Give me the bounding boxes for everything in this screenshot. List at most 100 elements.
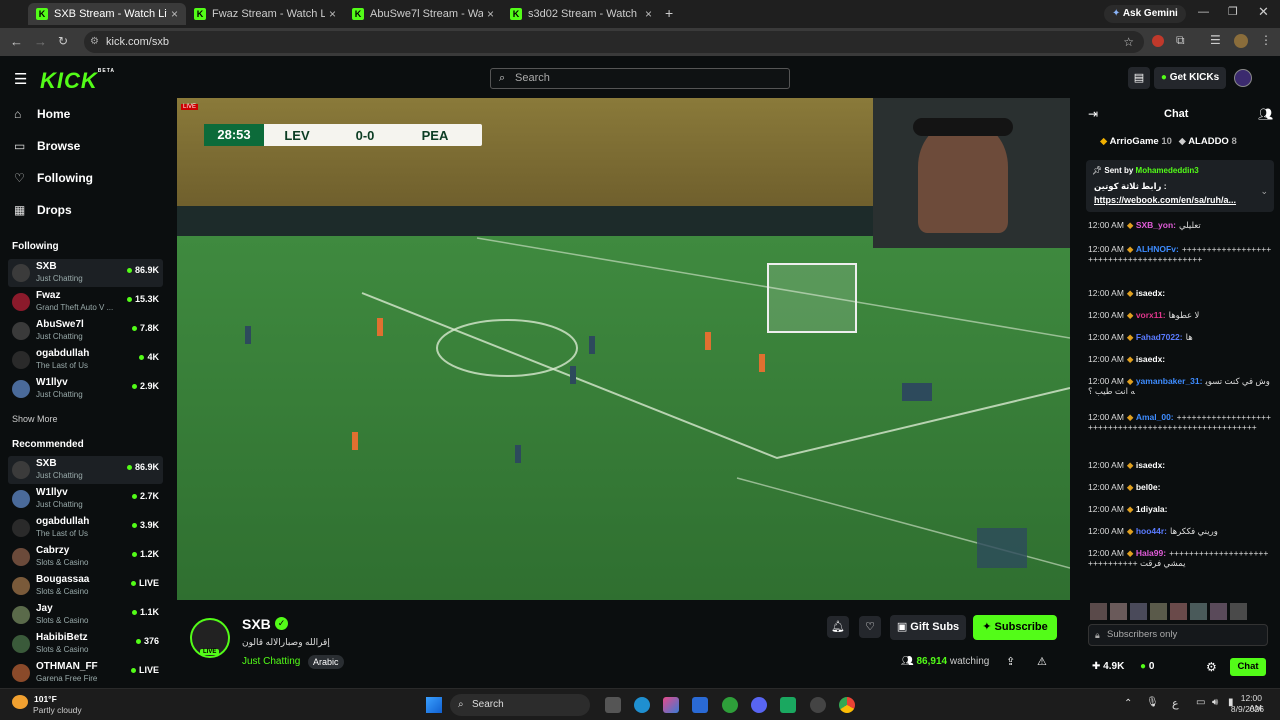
address-bar[interactable]: ⚙ kick.com/sxb ☆ [84, 31, 1144, 53]
following-channel-fwaz[interactable]: Fwaz Grand Theft Auto V ... 15.3K [8, 288, 163, 316]
report-warning-icon[interactable]: ⚠ [1037, 655, 1047, 668]
minimize-icon[interactable]: — [1198, 6, 1209, 18]
hamburger-menu-icon[interactable]: ☰ [14, 70, 27, 88]
site-info-icon[interactable]: ⚙ [90, 31, 99, 53]
close-tab-icon[interactable]: × [171, 7, 178, 21]
follow-heart-icon[interactable]: ♡ [859, 616, 881, 638]
store-icon[interactable] [692, 697, 708, 713]
weather-description[interactable]: Partly cloudy [33, 705, 82, 715]
chat-message[interactable]: 12:00 AM ◆ 1diyala: [1088, 504, 1272, 514]
discord-icon[interactable] [751, 697, 767, 713]
collapse-chat-icon[interactable]: ⇥ [1088, 107, 1098, 121]
message-username[interactable]: ALHNOFv: [1136, 244, 1179, 254]
chat-message[interactable]: 12:00 AM ◆ bel0e: [1088, 482, 1272, 492]
message-username[interactable]: Amal_00: [1136, 412, 1174, 422]
message-username[interactable]: bel0e: [1136, 482, 1161, 492]
chat-message[interactable]: 12:00 AM ◆ isaedx: [1088, 354, 1272, 364]
back-icon[interactable]: ← [10, 34, 23, 49]
tab-fwaz[interactable]: K Fwaz Stream - Watch Live on Kick × [186, 3, 344, 25]
recommended-channel-jay[interactable]: Jay Slots & Casino 1.1K [8, 601, 163, 629]
input-language[interactable]: ع [1172, 697, 1179, 710]
xbox-icon[interactable] [722, 697, 738, 713]
chat-message[interactable]: 12:00 AM ◆ isaedx: [1088, 288, 1272, 298]
get-kicks-button[interactable]: ● Get KICKs [1154, 67, 1226, 89]
message-username[interactable]: isaedx: [1136, 460, 1165, 470]
weather-temperature[interactable]: 101°F [34, 694, 57, 704]
chat-message[interactable]: 12:00 AM ◆ ALHNOFv: ++++++++++++++++++++++… [1088, 244, 1272, 264]
channel-points[interactable]: ● 0 [1140, 661, 1154, 672]
chat-message[interactable]: 12:00 AM ◆ SXB_yon: تعليلي [1088, 220, 1272, 230]
recommended-channel-othman-ff[interactable]: OTHMAN_FF Garena Free Fire LIVE [8, 659, 163, 687]
volume-icon[interactable]: 🔊︎ [1212, 697, 1218, 708]
video-player[interactable]: 28:53 LEV 0-0 PEA LIVE [177, 98, 1070, 600]
show-more-link[interactable]: Show More [12, 414, 58, 424]
following-channel-sxb[interactable]: SXB Just Chatting 86.9K [8, 259, 163, 287]
extension-icon[interactable] [1152, 35, 1164, 47]
message-username[interactable]: isaedx: [1136, 288, 1165, 298]
reading-list-icon[interactable]: ☰ [1210, 33, 1221, 47]
chevron-down-icon[interactable]: ⌄ [1260, 186, 1268, 197]
notification-bell-icon[interactable]: 🔔︎ [827, 616, 849, 638]
message-username[interactable]: vorx11: [1136, 310, 1166, 320]
forward-icon[interactable]: → [34, 34, 47, 49]
chrome-icon[interactable] [839, 697, 855, 713]
message-username[interactable]: 1diyala: [1136, 504, 1168, 514]
stream-category-link[interactable]: Just Chatting [242, 656, 300, 667]
chat-message[interactable]: 12:00 AM ◆ Hala99: +++++++++++++++++++++++… [1088, 548, 1272, 568]
share-icon[interactable]: ⇪ [1006, 655, 1015, 668]
message-username[interactable]: Hala99: [1136, 548, 1166, 558]
message-username[interactable]: SXB_yon: [1136, 220, 1176, 230]
windows-start-icon[interactable] [426, 697, 442, 713]
chat-users-icon[interactable]: 👥︎ [1258, 107, 1273, 121]
gift-subs-button[interactable]: ▣ Gift Subs [890, 615, 966, 640]
chat-settings-gear-icon[interactable]: ⚙ [1206, 660, 1217, 674]
language-tag[interactable]: Arabic [308, 655, 344, 669]
nav-browse[interactable]: ▭ Browse [14, 139, 80, 153]
streamer-name[interactable]: SXB [242, 616, 271, 632]
recommended-channel-bougassaa[interactable]: Bougassaa Slots & Casino LIVE [8, 572, 163, 600]
chat-message[interactable]: 12:00 AM ◆ isaedx: [1088, 460, 1272, 470]
clock-date[interactable]: 8/9/2026 [1230, 704, 1264, 714]
message-username[interactable]: yamanbaker_31: [1136, 376, 1203, 386]
ask-gemini-button[interactable]: ✦ Ask Gemini [1104, 5, 1186, 23]
message-username[interactable]: Fahad7022: [1136, 332, 1183, 342]
close-tab-icon[interactable]: × [329, 7, 336, 21]
copilot-icon[interactable] [663, 697, 679, 713]
tab-abuswe7l[interactable]: K AbuSwe7l Stream - Watch Live on Kick × [344, 3, 502, 25]
app-icon[interactable] [780, 697, 796, 713]
weather-icon[interactable] [12, 695, 28, 709]
chat-message[interactable]: 12:00 AM ◆ hoo44r: وريني فككرها [1088, 526, 1272, 536]
chat-message[interactable]: 12:00 AM ◆ vorx11: لا عطوها [1088, 310, 1272, 320]
chat-message[interactable]: 12:00 AM ◆ Amal_00: ++++++++++++++++++++++… [1088, 412, 1272, 432]
nav-drops[interactable]: ▦ Drops [14, 203, 72, 217]
subscribe-button[interactable]: ✦ Subscribe [973, 615, 1057, 640]
app-icon[interactable] [810, 697, 826, 713]
nav-home[interactable]: ⌂ Home [14, 107, 70, 121]
taskbar-search[interactable]: ⌕ Search [450, 694, 590, 716]
microphone-icon[interactable]: 🎙︎ [1146, 697, 1159, 708]
recommended-channel-sxb[interactable]: SXB Just Chatting 86.9K [8, 456, 163, 484]
dashboard-icon[interactable]: ▤ [1128, 67, 1150, 89]
tab-s3d02[interactable]: K s3d02 Stream - Watch Live on Kick × [502, 3, 660, 25]
tab-sxb[interactable]: K SXB Stream - Watch Live on Kick × [28, 3, 186, 25]
close-tab-icon[interactable]: × [645, 7, 652, 21]
reload-icon[interactable]: ↻ [58, 34, 68, 48]
pinned-link[interactable]: https://webook.com/en/sa/ruh/a... [1094, 195, 1236, 205]
search-input[interactable]: ⌕ Search [490, 68, 790, 89]
edge-browser-icon[interactable] [634, 697, 650, 713]
message-username[interactable]: hoo44r: [1136, 526, 1167, 536]
chat-message[interactable]: 12:00 AM ◆ yamanbaker_31: وش في كنت تسويه … [1088, 376, 1272, 396]
nav-following[interactable]: ♡ Following [14, 171, 93, 185]
recommended-channel-w1llyv[interactable]: W1llyv Just Chatting 2.7K [8, 485, 163, 513]
maximize-icon[interactable]: ❐ [1228, 5, 1238, 18]
following-channel-w1llyv[interactable]: W1llyv Just Chatting 2.9K [8, 375, 163, 403]
close-tab-icon[interactable]: × [487, 7, 494, 21]
bookmark-star-icon[interactable]: ☆ [1123, 31, 1134, 53]
recommended-channel-cabrzy[interactable]: Cabrzy Slots & Casino 1.2K [8, 543, 163, 571]
kicks-balance[interactable]: ✚ 4.9K [1092, 661, 1124, 672]
network-icon[interactable]: ▭ [1196, 697, 1205, 708]
message-username[interactable]: isaedx: [1136, 354, 1165, 364]
tray-chevron-up-icon[interactable]: ⌃ [1124, 698, 1132, 709]
task-view-icon[interactable] [605, 697, 621, 713]
close-window-icon[interactable]: ✕ [1258, 4, 1269, 20]
